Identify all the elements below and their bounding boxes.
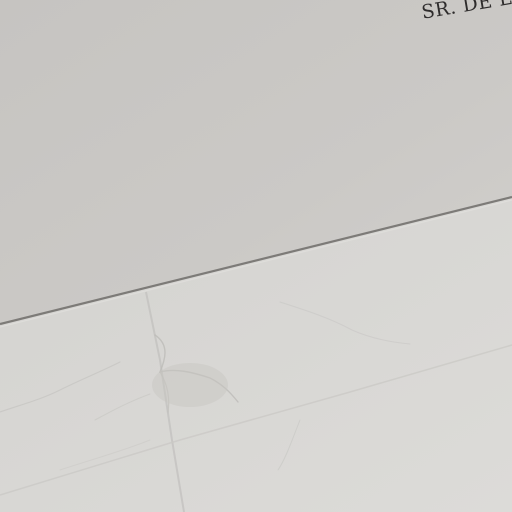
scene-graphics [0,0,512,512]
floor-shadow [152,363,228,407]
photo-scene: SR. DE LA [0,0,512,512]
